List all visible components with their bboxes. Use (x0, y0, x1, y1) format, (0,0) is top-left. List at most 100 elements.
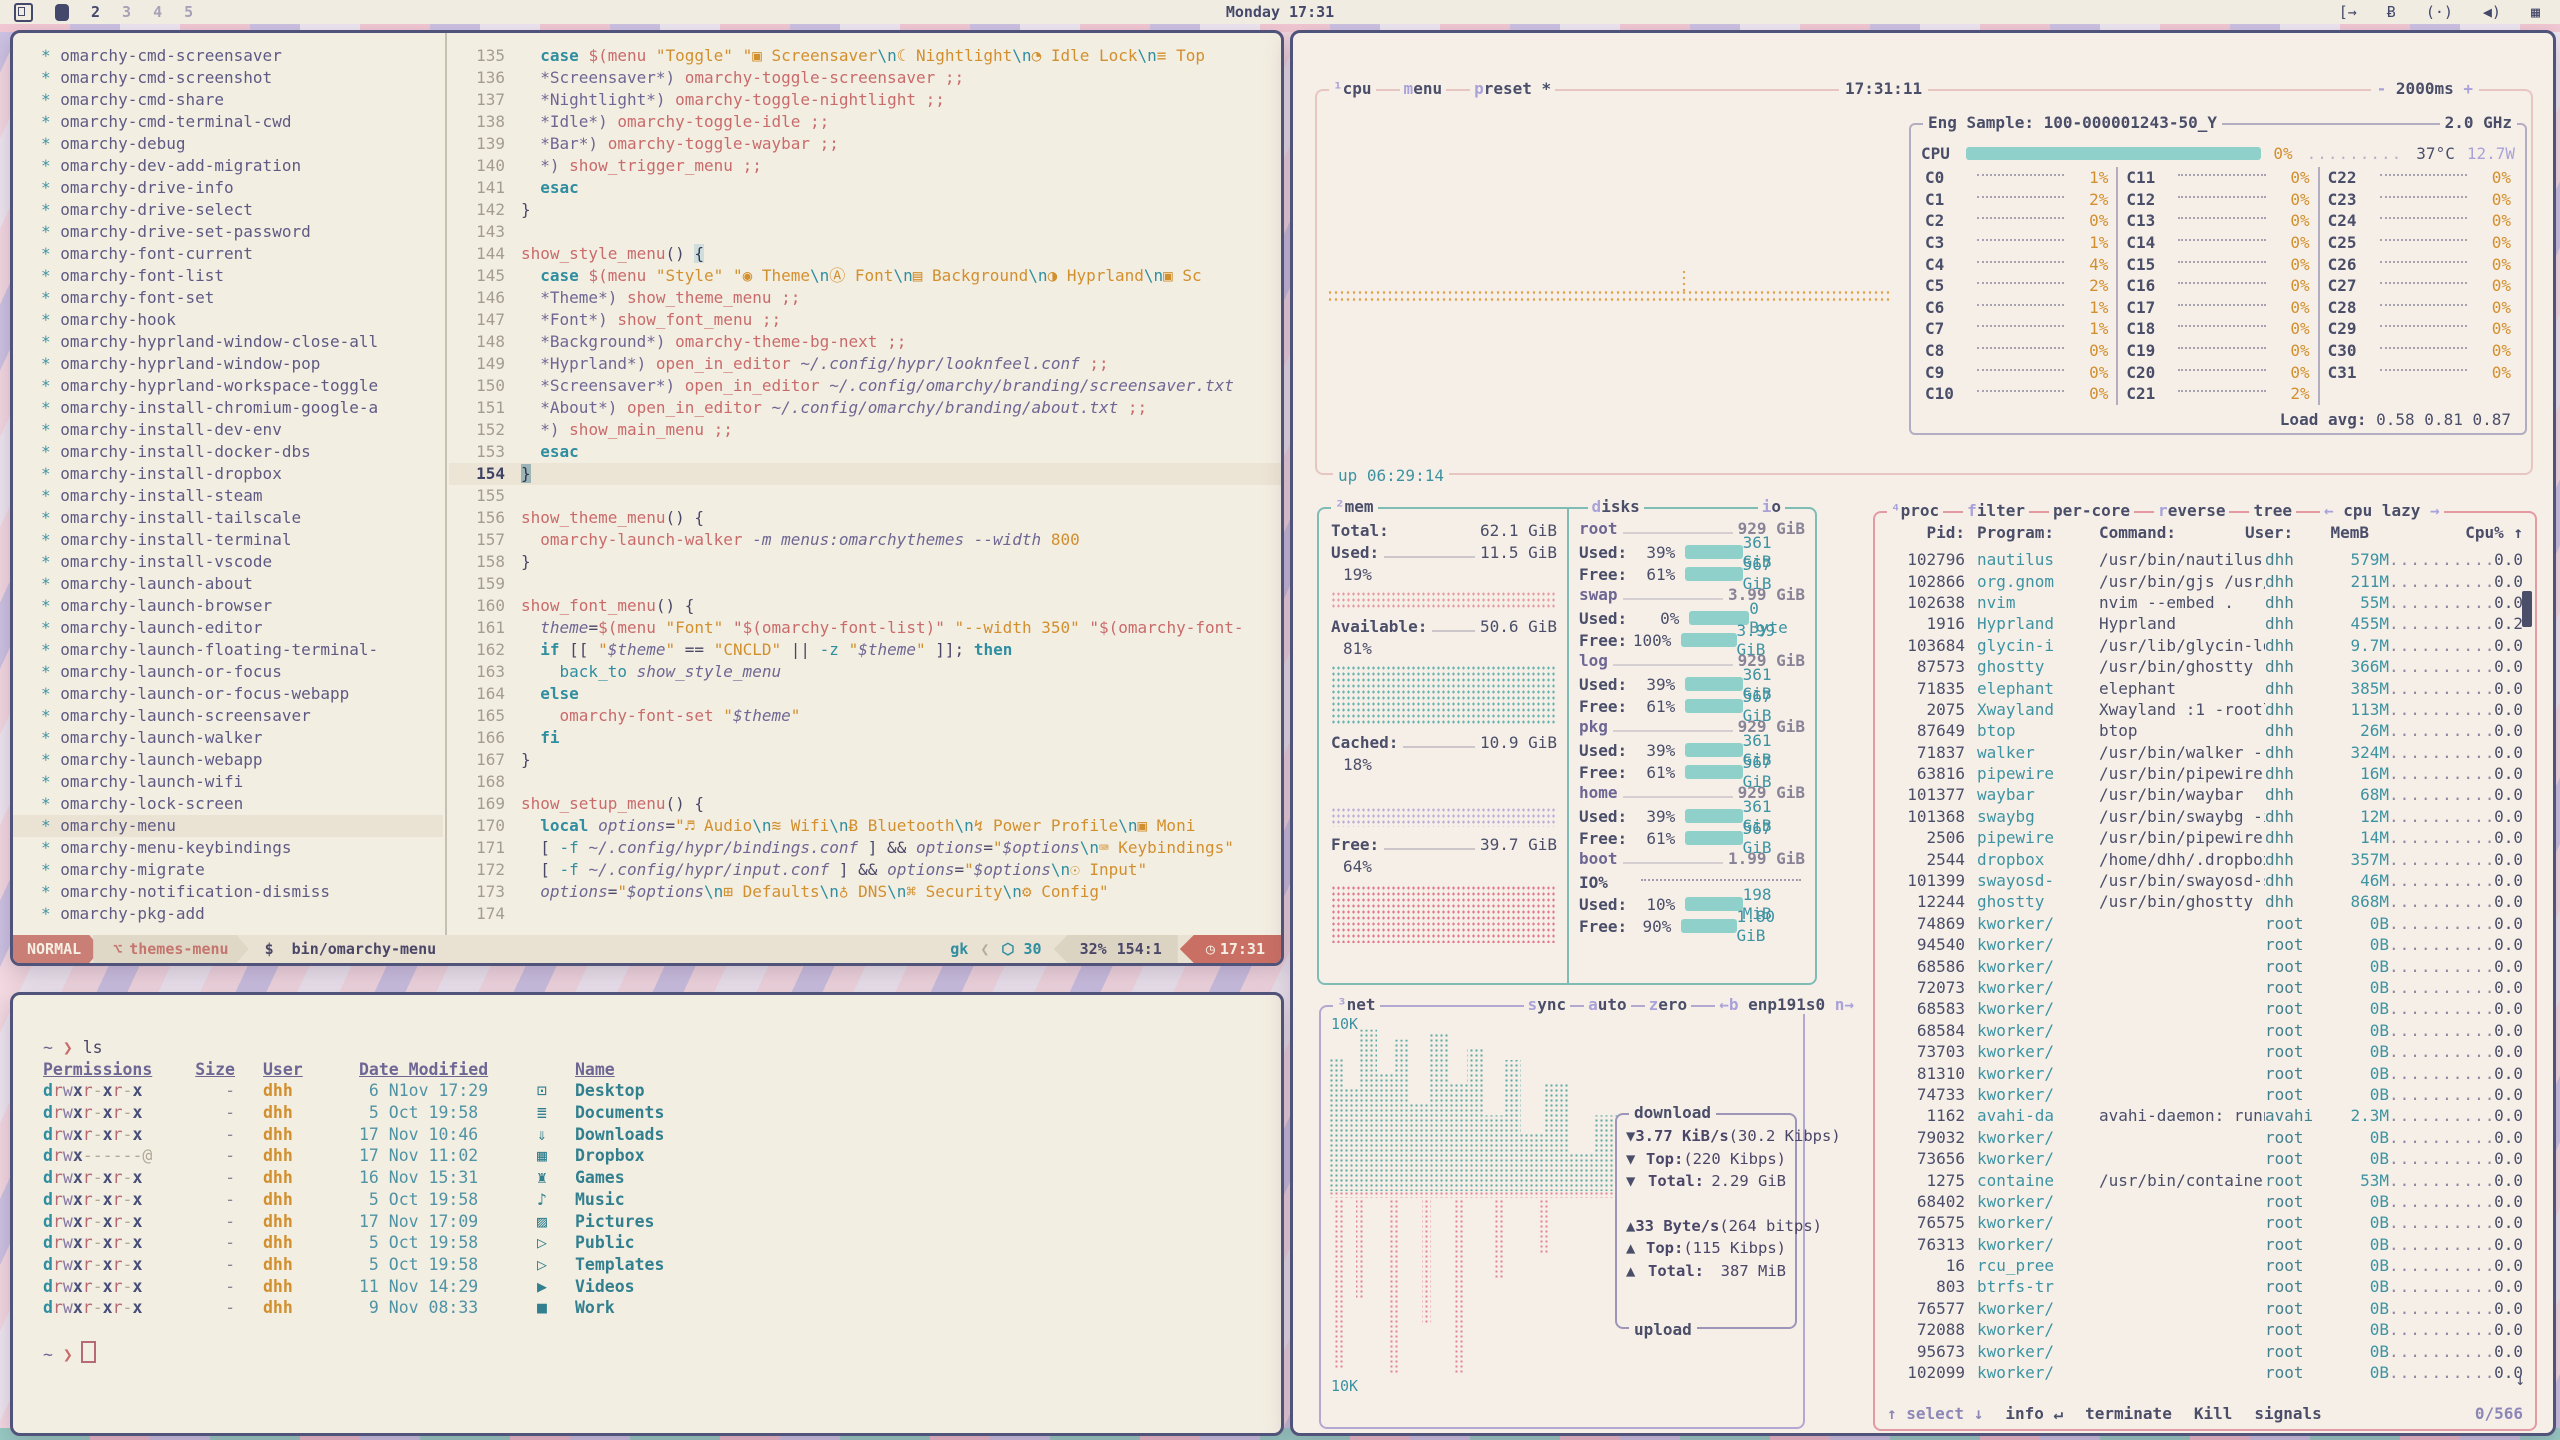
proc-option-tab[interactable]: reverse (2154, 501, 2229, 520)
code-line[interactable]: 152 *) show_main_menu ;; (449, 419, 1281, 441)
file-item[interactable]: omarchy-drive-select (13, 199, 443, 221)
code-line[interactable]: 138 *Idle*) omarchy-toggle-idle ;; (449, 111, 1281, 133)
io-tab[interactable]: io (1758, 497, 1785, 516)
code-line[interactable]: 161 theme=$(menu "Font" "$(omarchy-font-… (449, 617, 1281, 639)
code-line[interactable]: 147 *Font*) show_font_menu ;; (449, 309, 1281, 331)
proc-sort-selector[interactable]: ← cpu lazy → (2320, 501, 2444, 520)
workspace-button[interactable]: 4 (153, 3, 162, 21)
file-item[interactable]: omarchy-launch-about (13, 573, 443, 595)
process-row[interactable]: 101399 swayosd- /usr/bin/swayosd-server … (1875, 870, 2535, 891)
file-item[interactable]: omarchy-launch-webapp (13, 749, 443, 771)
process-row[interactable]: 101368 swaybg /usr/bin/swaybg -i /hom dh… (1875, 806, 2535, 827)
process-row[interactable]: 68586 kworker/ root 0B 0.0 (1875, 955, 2535, 976)
process-row[interactable]: 76577 kworker/ root 0B 0.0 (1875, 1298, 2535, 1319)
net-option-tab[interactable]: auto (1584, 995, 1631, 1014)
code-line[interactable]: 162 if [[ "$theme" == "CNCLD" || -z "$th… (449, 639, 1281, 661)
process-row[interactable]: 1916 Hyprland Hyprland dhh 455M 0.2 (1875, 613, 2535, 634)
logout-icon[interactable]: [→ (2339, 3, 2357, 21)
code-line[interactable]: 174 (449, 903, 1281, 925)
file-item[interactable]: omarchy-launch-or-focus-webapp (13, 683, 443, 705)
process-row[interactable]: 1162 avahi-da avahi-daemon: running [ av… (1875, 1105, 2535, 1126)
proc-option-tab[interactable]: filter (1963, 501, 2029, 520)
code-line[interactable]: 136 *Screensaver*) omarchy-toggle-screen… (449, 67, 1281, 89)
window-stack-icon[interactable] (14, 3, 33, 22)
code-line[interactable]: 157 omarchy-launch-walker -m menus:omarc… (449, 529, 1281, 551)
file-item[interactable]: omarchy-font-current (13, 243, 443, 265)
code-line[interactable]: 146 *Theme*) show_theme_menu ;; (449, 287, 1281, 309)
process-row[interactable]: 101377 waybar /usr/bin/waybar dhh 68M 0.… (1875, 784, 2535, 805)
process-row[interactable]: 87649 btop btop dhh 26M 0.0 (1875, 720, 2535, 741)
terminal-output[interactable]: ~ ❯ ls Permissions Size User Date Modifi… (13, 995, 1281, 1363)
code-line[interactable]: 143 (449, 221, 1281, 243)
code-line[interactable]: 149 *Hyprland*) open_in_editor ~/.config… (449, 353, 1281, 375)
file-item[interactable]: omarchy-lock-screen (13, 793, 443, 815)
process-row[interactable]: 74733 kworker/ root 0B 0.0 (1875, 1084, 2535, 1105)
code-line[interactable]: 170 local options="♬ Audio\n≋ Wifi\nɃ Bl… (449, 815, 1281, 837)
code-line[interactable]: 154 } (449, 463, 1281, 485)
file-item[interactable]: omarchy-cmd-share (13, 89, 443, 111)
proc-option-tab[interactable]: tree (2249, 501, 2296, 520)
workspace-button[interactable]: 3 (122, 3, 131, 21)
process-row[interactable]: 16 rcu_pree root 0B 0.0 (1875, 1255, 2535, 1276)
process-row[interactable]: 72088 kworker/ root 0B 0.0 (1875, 1319, 2535, 1340)
net-option-tab[interactable]: zero (1645, 995, 1692, 1014)
code-line[interactable]: 155 (449, 485, 1281, 507)
file-item[interactable]: omarchy-launch-editor (13, 617, 443, 639)
ls-row[interactable]: drwxr-xr-x - dhh 6 N1ov 17:29 ⊡ Desktop (43, 1080, 1281, 1102)
process-row[interactable]: 87573 ghostty /usr/bin/ghostty --gtk- dh… (1875, 656, 2535, 677)
process-row[interactable]: 71835 elephant elephant dhh 385M 0.0 (1875, 677, 2535, 698)
proc-scrollbar-thumb[interactable] (2522, 591, 2532, 627)
process-row[interactable]: 68584 kworker/ root 0B 0.0 (1875, 1020, 2535, 1041)
process-row[interactable]: 102638 nvim nvim --embed . dhh 55M 0.0 (1875, 592, 2535, 613)
file-item[interactable]: omarchy-launch-browser (13, 595, 443, 617)
process-row[interactable]: 1275 containe /usr/bin/containerd root 5… (1875, 1169, 2535, 1190)
process-row[interactable]: 2075 Xwayland Xwayland :1 -rootless - dh… (1875, 699, 2535, 720)
process-row[interactable]: 68583 kworker/ root 0B 0.0 (1875, 998, 2535, 1019)
code-line[interactable]: 158 } (449, 551, 1281, 573)
process-row[interactable]: 68402 kworker/ root 0B 0.0 (1875, 1191, 2535, 1212)
workspace-button[interactable]: 5 (184, 3, 193, 21)
ls-row[interactable]: drwxr-xr-x - dhh 17 Nov 10:46 ⇓ Download… (43, 1124, 1281, 1146)
bluetooth-icon[interactable]: Ƀ (2387, 3, 2396, 21)
process-row[interactable]: 94540 kworker/ root 0B 0.0 (1875, 934, 2535, 955)
file-item[interactable]: omarchy-menu-keybindings (13, 837, 443, 859)
ls-row[interactable]: drwxr-xr-x - dhh 11 Nov 14:29 ▶ Videos (43, 1276, 1281, 1298)
net-option-tab[interactable]: sync (1524, 995, 1571, 1014)
code-line[interactable]: 172 [ -f ~/.config/hypr/input.conf ] && … (449, 859, 1281, 881)
file-item[interactable]: omarchy-migrate (13, 859, 443, 881)
workspace-1-active[interactable] (55, 4, 69, 21)
code-line[interactable]: 163 back_to show_style_menu (449, 661, 1281, 683)
ls-row[interactable]: drwxr-xr-x - dhh 5 Oct 19:58 ♪ Music (43, 1189, 1281, 1211)
net-tab[interactable]: ³net (1333, 995, 1380, 1014)
process-row[interactable]: 803 btrfs-tr root 0B 0.0 (1875, 1276, 2535, 1297)
kill-button[interactable]: Kill (2194, 1404, 2233, 1423)
panel-tab[interactable]: menu (1400, 79, 1447, 98)
file-item[interactable]: omarchy-hook (13, 309, 443, 331)
scroll-down-icon[interactable]: ↓ (2515, 1370, 2525, 1389)
code-line[interactable]: 160 show_font_menu() { (449, 595, 1281, 617)
mem-tab[interactable]: ²mem (1331, 497, 1378, 516)
file-item[interactable]: omarchy-notification-dismiss (13, 881, 443, 903)
process-row[interactable]: 2544 dropbox /home/dhh/.dropbox-dist dhh… (1875, 848, 2535, 869)
git-branch-segment[interactable]: ⌥ themes-menu (93, 935, 248, 963)
volume-icon[interactable]: ◀) (2483, 3, 2501, 21)
cpu-icon[interactable]: ▦ (2531, 3, 2540, 21)
code-line[interactable]: 135 case $(menu "Toggle" "▣ Screensaver\… (449, 45, 1281, 67)
process-row[interactable]: 74869 kworker/ root 0B 0.0 (1875, 913, 2535, 934)
code-line[interactable]: 156 show_theme_menu() { (449, 507, 1281, 529)
panel-tab[interactable]: preset * (1470, 79, 1555, 98)
file-item[interactable]: omarchy-install-terminal (13, 529, 443, 551)
process-row[interactable]: 103684 glycin-i /usr/lib/glycin-loaders … (1875, 635, 2535, 656)
net-interface[interactable]: ←b enp191s0 n→ (1715, 995, 1858, 1014)
file-item[interactable]: omarchy-hyprland-window-close-all (13, 331, 443, 353)
code-line[interactable]: 145 case $(menu "Style" "◉ Theme\nⒶ Font… (449, 265, 1281, 287)
process-row[interactable]: 63816 pipewire /usr/bin/pipewire dhh 16M… (1875, 763, 2535, 784)
prompt-line-2[interactable]: ~ ❯ (43, 1341, 1281, 1363)
code-line[interactable]: 153 esac (449, 441, 1281, 463)
ls-row[interactable]: drwxr-xr-x - dhh 5 Oct 19:58 ▷ Public (43, 1232, 1281, 1254)
pane-divider[interactable] (445, 33, 447, 935)
file-item[interactable]: omarchy-cmd-screensaver (13, 45, 443, 67)
process-row[interactable]: 76313 kworker/ root 0B 0.0 (1875, 1234, 2535, 1255)
terminate-button[interactable]: terminate (2085, 1404, 2172, 1423)
process-row[interactable]: 95673 kworker/ root 0B 0.0 (1875, 1340, 2535, 1361)
